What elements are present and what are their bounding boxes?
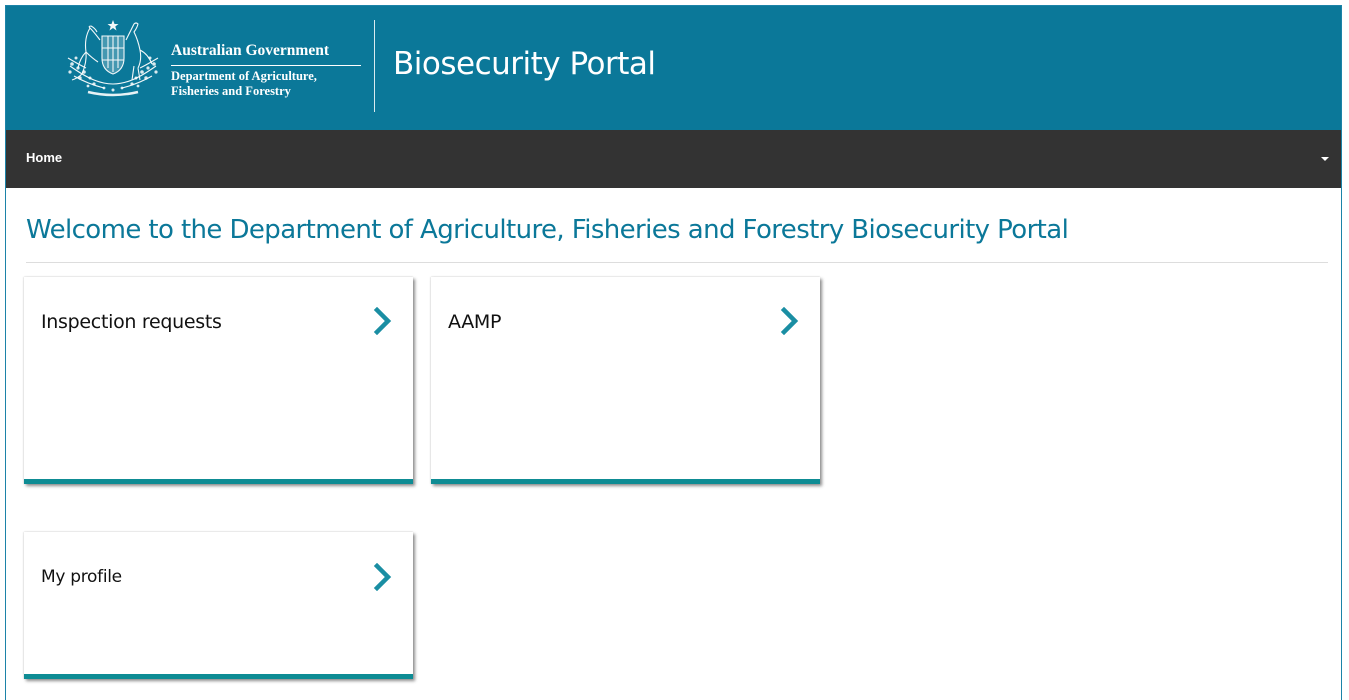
department-name: Department of Agriculture, Fisheries and… — [171, 69, 361, 99]
title-divider — [26, 262, 1328, 263]
department-name-line2: Fisheries and Forestry — [171, 84, 291, 98]
tile-my-profile[interactable]: My profile — [24, 532, 413, 679]
tile-aamp[interactable]: AAMP — [431, 277, 820, 484]
header-divider — [374, 20, 375, 112]
site-header: Australian Government Department of Agri… — [6, 6, 1341, 130]
chevron-right-icon — [373, 563, 392, 591]
gov-name: Australian Government — [171, 42, 361, 66]
coat-of-arms-icon — [67, 20, 159, 97]
portal-window: Australian Government Department of Agri… — [5, 5, 1342, 700]
tile-label: Inspection requests — [41, 311, 222, 333]
tile-label: My profile — [41, 567, 122, 587]
government-branding: Australian Government Department of Agri… — [171, 42, 361, 99]
tile-inspection-requests[interactable]: Inspection requests — [24, 277, 413, 484]
chevron-right-icon — [373, 307, 392, 335]
chevron-right-icon — [780, 307, 799, 335]
tile-label: AAMP — [448, 311, 502, 333]
main-nav: Home — [6, 130, 1341, 188]
portal-title: Biosecurity Portal — [393, 46, 656, 82]
nav-home-link[interactable]: Home — [26, 150, 62, 165]
caret-down-icon[interactable] — [1321, 157, 1329, 161]
department-name-line1: Department of Agriculture, — [171, 69, 317, 83]
page-title: Welcome to the Department of Agriculture… — [26, 215, 1069, 245]
